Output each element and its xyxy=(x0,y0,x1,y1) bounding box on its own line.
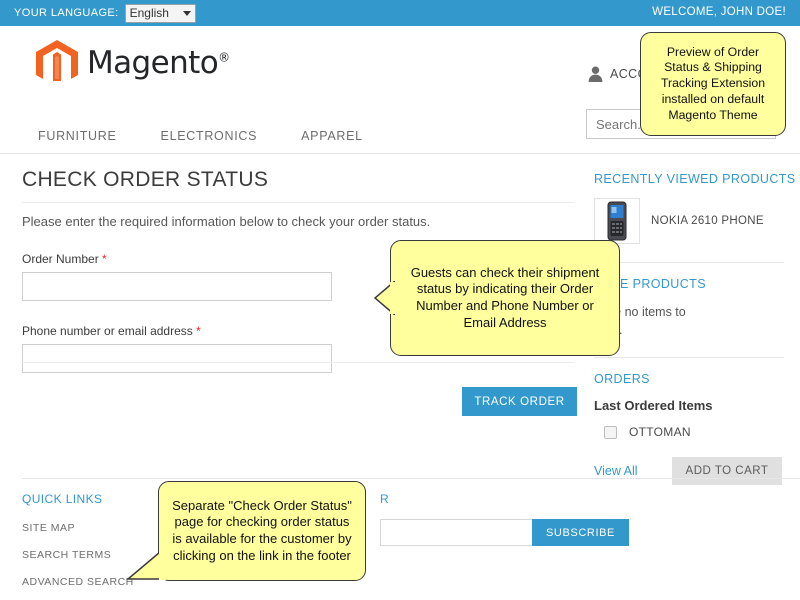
footer-divider xyxy=(22,478,800,479)
right-sidebar: RECENTLY VIEWED PRODUCTS NOKIA 2610 PHON… xyxy=(594,172,796,486)
newsletter-form: SUBSCRIBE xyxy=(380,519,660,546)
sidebar-divider xyxy=(594,262,784,263)
welcome-message: WELCOME, JOHN DOE! xyxy=(652,6,786,18)
compare-empty-line-2: pare. xyxy=(594,321,784,339)
required-asterisk-icon: * xyxy=(102,252,107,266)
language-selected-value: English xyxy=(129,6,169,20)
annotation-callout-bottom-tail xyxy=(126,545,166,581)
footer-newsletter: R SUBSCRIBE xyxy=(380,492,660,546)
nav-item-apparel[interactable]: APPAREL xyxy=(301,129,363,143)
page-root: YOUR LANGUAGE: English WELCOME, JOHN DOE… xyxy=(0,0,800,600)
language-label: YOUR LANGUAGE: xyxy=(14,7,119,19)
order-item-checkbox[interactable] xyxy=(604,425,617,439)
my-orders-heading: ORDERS xyxy=(594,372,650,387)
intro-text: Please enter the required information be… xyxy=(22,214,431,229)
language-select[interactable]: English xyxy=(124,3,196,23)
logo-link[interactable]: Magento® xyxy=(36,40,230,86)
annotation-callout-middle-tail xyxy=(373,281,395,315)
brand-name: Magento® xyxy=(87,45,230,81)
sidebar-divider xyxy=(594,357,784,359)
nav-item-electronics[interactable]: ELECTRONICS xyxy=(161,129,258,143)
compare-products-heading: PARE PRODUCTS xyxy=(594,277,706,291)
list-item: OTTOMAN xyxy=(604,425,784,439)
order-item-name[interactable]: OTTOMAN xyxy=(629,425,691,439)
view-all-link[interactable]: View All xyxy=(594,464,638,478)
recently-viewed-product-name[interactable]: NOKIA 2610 PHONE xyxy=(651,215,764,227)
chevron-down-icon xyxy=(182,10,191,16)
annotation-callout-top: Preview of Order Status & Shipping Track… xyxy=(640,32,786,136)
registered-trademark-icon: ® xyxy=(218,50,230,65)
phone-email-label-text: Phone number or email address xyxy=(22,324,193,338)
nav-item-furniture[interactable]: FURNITURE xyxy=(38,129,117,143)
order-number-label-text: Order Number xyxy=(22,252,99,266)
subscribe-button[interactable]: SUBSCRIBE xyxy=(532,519,629,546)
newsletter-heading: R xyxy=(380,492,390,506)
footer-link-site-map[interactable]: SITE MAP xyxy=(22,522,75,534)
last-ordered-items-label: Last Ordered Items xyxy=(594,398,713,414)
top-language-bar: YOUR LANGUAGE: English WELCOME, JOHN DOE… xyxy=(0,0,800,26)
required-asterisk-icon: * xyxy=(196,324,201,338)
annotation-callout-middle: Guests can check their shipment status b… xyxy=(390,240,620,356)
form-divider xyxy=(22,362,574,363)
recently-viewed-block: RECENTLY VIEWED PRODUCTS NOKIA 2610 PHON… xyxy=(594,172,796,244)
my-orders-block: ORDERS Last Ordered Items OTTOMAN View A… xyxy=(594,372,784,486)
add-to-cart-button[interactable]: ADD TO CART xyxy=(671,457,783,486)
annotation-callout-bottom: Separate "Check Order Status" page for c… xyxy=(158,481,366,581)
phone-email-input[interactable] xyxy=(22,344,332,373)
person-icon xyxy=(588,66,603,82)
nokia-phone-thumbnail-icon xyxy=(594,198,640,244)
page-title: CHECK ORDER STATUS xyxy=(22,168,574,203)
footer-link-advanced-search[interactable]: ADVANCED SEARCH xyxy=(22,576,134,588)
track-order-button[interactable]: TRACK ORDER xyxy=(462,387,577,416)
magento-logo-icon xyxy=(36,40,78,86)
recently-viewed-heading: RECENTLY VIEWED PRODUCTS xyxy=(594,172,796,186)
footer-link-search-terms[interactable]: SEARCH TERMS xyxy=(22,549,111,561)
order-number-input[interactable] xyxy=(22,272,332,301)
newsletter-email-input[interactable] xyxy=(380,519,532,546)
compare-products-block: PARE PRODUCTS have no items to pare. xyxy=(594,277,784,339)
compare-empty-line-1: have no items to xyxy=(594,305,686,319)
orders-actions: View All ADD TO CART xyxy=(594,457,784,486)
recently-viewed-item[interactable]: NOKIA 2610 PHONE xyxy=(594,198,784,244)
